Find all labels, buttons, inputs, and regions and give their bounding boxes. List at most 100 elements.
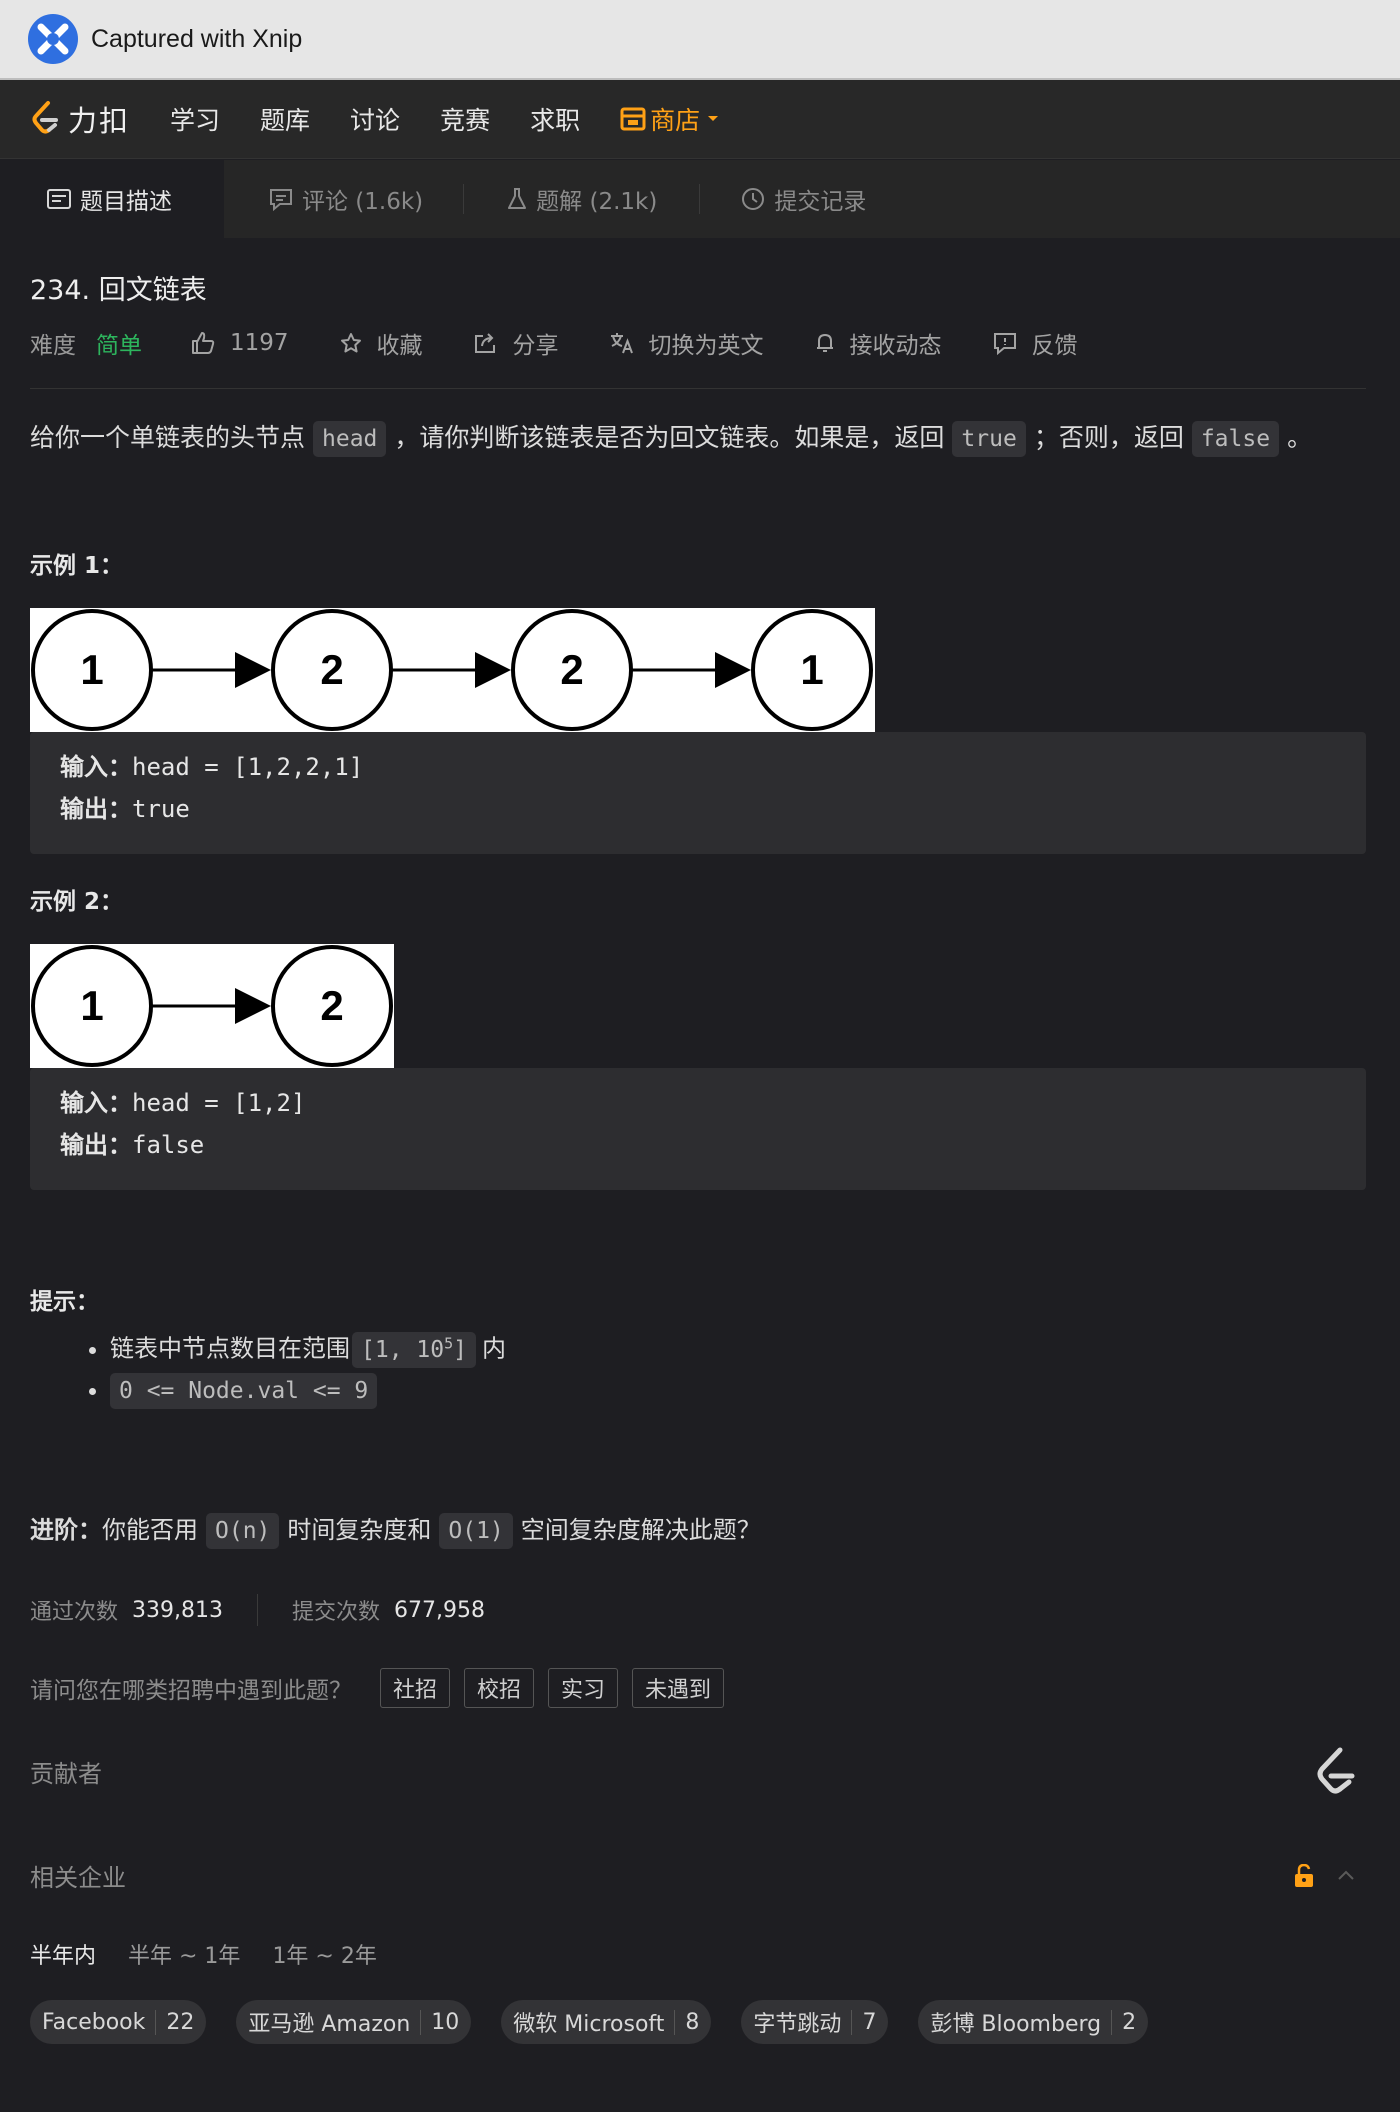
contributor-avatar-icon[interactable] xyxy=(1312,1746,1362,1802)
company-tag[interactable]: Facebook 22 xyxy=(30,2000,207,2044)
example-1-io: 输入：head = [1,2,2,1] 输出：true xyxy=(30,732,1366,854)
favorite-button[interactable]: 收藏 xyxy=(339,326,423,360)
star-icon xyxy=(340,333,361,353)
follow-up-label: 进阶： xyxy=(30,1516,102,1544)
survey-option-none[interactable]: 未遇到 xyxy=(632,1668,725,1708)
input-value: head = [1,2] xyxy=(132,1089,306,1117)
nav-discuss[interactable]: 讨论 xyxy=(350,101,400,137)
output-value: false xyxy=(132,1131,205,1159)
period-half-year[interactable]: 半年内 xyxy=(30,1938,96,1970)
hint-item: 0 <= Node.val <= 9 xyxy=(110,1372,506,1409)
hint-text: 内 xyxy=(481,1334,506,1363)
company-count: 8 xyxy=(674,2009,699,2035)
inline-code: head xyxy=(313,421,387,457)
survey-option-social[interactable]: 社招 xyxy=(380,1668,451,1708)
svg-text:2: 2 xyxy=(320,646,343,693)
follow-up-text: 你能否用 xyxy=(102,1516,198,1544)
submitted-label: 提交次数 xyxy=(292,1600,381,1625)
company-tag[interactable]: 微软 Microsoft 8 xyxy=(501,2000,712,2044)
nav-problemset[interactable]: 题库 xyxy=(260,101,310,137)
follow-up-text: 时间复杂度和 xyxy=(287,1516,432,1544)
inline-code: O(1) xyxy=(439,1513,513,1549)
tab-solutions[interactable]: 题解 (2.1k) xyxy=(464,160,699,238)
survey-option-campus[interactable]: 校招 xyxy=(464,1668,535,1708)
related-companies-label: 相关企业 xyxy=(30,1864,126,1892)
follow-up: 进阶：你能否用 O(n) 时间复杂度和 O(1) 空间复杂度解决此题？ xyxy=(30,1510,761,1549)
submitted-count: 677,958 xyxy=(394,1597,485,1623)
nav-learn[interactable]: 学习 xyxy=(170,101,220,137)
divider xyxy=(30,388,1366,389)
input-label: 输入： xyxy=(60,1089,132,1117)
list-node: 2 xyxy=(511,609,633,731)
period-filter: 半年内 半年 ~ 1年 1年 ~ 2年 xyxy=(30,1938,409,1970)
company-tag[interactable]: 亚马逊 Amazon 10 xyxy=(236,2000,472,2044)
unlock-icon[interactable] xyxy=(1292,1864,1316,1888)
share-icon xyxy=(474,333,495,353)
period-one-to-two-years[interactable]: 1年 ~ 2年 xyxy=(272,1938,376,1970)
thumbs-up-icon xyxy=(192,332,215,354)
feedback-label: 反馈 xyxy=(1031,333,1078,359)
brand-name: 力扣 xyxy=(68,104,131,138)
share-button[interactable]: 分享 xyxy=(473,326,559,360)
survey-question: 请问您在哪类招聘中遇到此题？ xyxy=(30,1678,352,1704)
svg-text:2: 2 xyxy=(320,982,343,1029)
nav-contest[interactable]: 竞赛 xyxy=(440,101,490,137)
interview-survey: 请问您在哪类招聘中遇到此题？ 社招 校招 实习 未遇到 xyxy=(30,1668,725,1708)
store-label: 商店 xyxy=(650,106,701,135)
leetcode-logo[interactable]: 力扣 xyxy=(30,98,130,140)
tab-solutions-label: 题解 (2.1k) xyxy=(536,189,658,215)
leetcode-logo-icon xyxy=(32,101,58,134)
translate-label: 切换为英文 xyxy=(648,333,764,359)
translate-button[interactable]: 切换为英文 xyxy=(609,326,764,360)
input-value: head = [1,2,2,1] xyxy=(132,753,364,781)
list-node: 1 xyxy=(31,609,153,731)
feedback-button[interactable]: 反馈 xyxy=(992,326,1078,360)
difficulty-label: 难度 xyxy=(30,333,76,359)
company-tag[interactable]: 字节跳动 7 xyxy=(741,2000,889,2044)
tab-comments-label: 评论 (1.6k) xyxy=(302,189,424,215)
example-1-list-diagram: 1 2 2 1 xyxy=(30,608,875,732)
period-half-to-one-year[interactable]: 半年 ~ 1年 xyxy=(128,1938,240,1970)
example-1-heading: 示例 1： xyxy=(30,553,124,579)
window-titlebar: Captured with Xnip xyxy=(0,0,1400,80)
example-2-list-diagram: 1 2 xyxy=(30,944,394,1068)
company-tags: Facebook 22 亚马逊 Amazon 10 微软 Microsoft 8 字节… xyxy=(30,2000,1178,2044)
accepted-count: 339,813 xyxy=(132,1597,223,1623)
desc-text: ；否则，返回 xyxy=(1033,423,1184,452)
description-icon xyxy=(46,188,72,210)
chevron-up-icon[interactable] xyxy=(1336,1868,1356,1882)
like-button[interactable]: 1197 xyxy=(190,330,289,356)
company-count: 2 xyxy=(1111,2009,1136,2035)
subscribe-button[interactable]: 接收动态 xyxy=(814,326,942,360)
svg-text:1: 1 xyxy=(800,646,823,693)
nav-jobs[interactable]: 求职 xyxy=(530,101,580,137)
company-tag[interactable]: 彭博 Bloomberg 2 xyxy=(918,2000,1149,2044)
desc-text: 给你一个单链表的头节点 xyxy=(30,423,306,452)
company-name: 微软 Microsoft xyxy=(513,2012,665,2037)
top-nav: 力扣 学习 题库 讨论 竞赛 求职 商店 xyxy=(0,80,1400,159)
flask-icon xyxy=(506,187,528,211)
company-count: 22 xyxy=(155,2009,194,2035)
company-count: 10 xyxy=(420,2009,459,2035)
inline-code-text: ] xyxy=(453,1336,467,1363)
store-icon xyxy=(620,107,646,131)
company-count: 7 xyxy=(851,2009,876,2035)
company-name: 字节跳动 xyxy=(753,2012,842,2037)
window-title: Captured with Xnip xyxy=(91,24,303,53)
tab-submissions[interactable]: 提交记录 xyxy=(700,160,906,238)
tab-comments[interactable]: 评论 (1.6k) xyxy=(224,160,463,238)
inline-code: false xyxy=(1191,421,1280,457)
survey-option-intern[interactable]: 实习 xyxy=(548,1668,619,1708)
inline-code: [1, 105] xyxy=(352,1331,476,1368)
tab-submissions-label: 提交记录 xyxy=(774,189,867,215)
nav-store[interactable]: 商店 xyxy=(620,101,720,137)
hint-item: 链表中节点数目在范围[1, 105]内 xyxy=(110,1326,506,1368)
follow-up-text: 空间复杂度解决此题？ xyxy=(520,1516,761,1544)
output-label: 输出： xyxy=(60,1131,132,1159)
share-label: 分享 xyxy=(512,333,559,359)
stats-divider xyxy=(257,1594,258,1626)
company-name: Facebook xyxy=(42,2009,146,2035)
tab-description[interactable]: 题目描述 xyxy=(0,160,224,238)
company-name: 彭博 Bloomberg xyxy=(930,2012,1102,2037)
inline-code: true xyxy=(952,421,1026,457)
